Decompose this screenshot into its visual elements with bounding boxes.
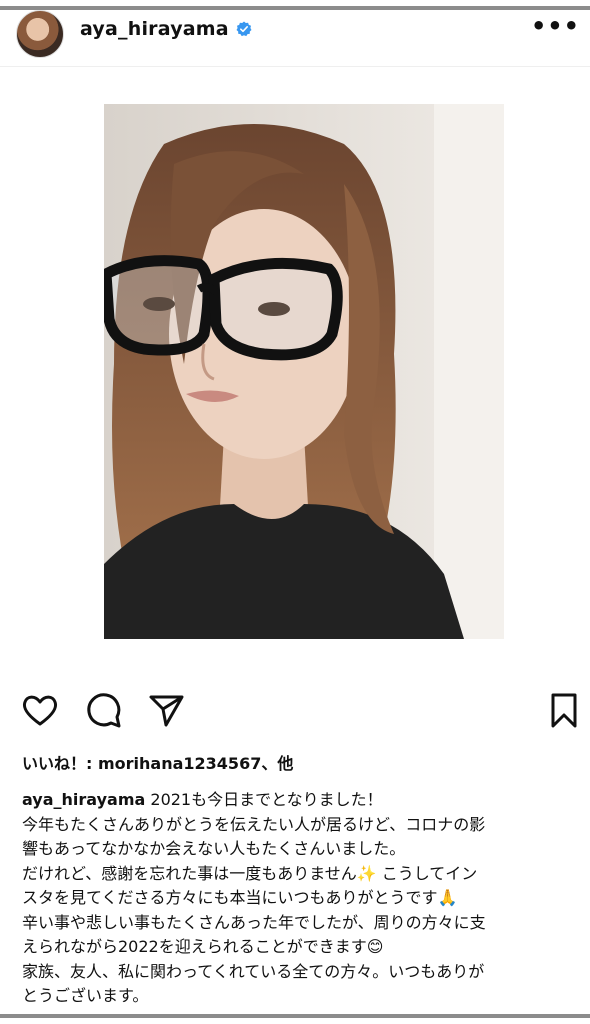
likes-suffix: 、他 <box>261 754 294 773</box>
likes-line[interactable]: いいね！: morihana1234567、他 <box>22 750 293 774</box>
bookmark-icon[interactable] <box>544 690 584 730</box>
comment-icon[interactable] <box>84 690 124 730</box>
caption: aya_hirayama 2021も今日までとなりました！ 今年もたくさんありが… <box>22 788 574 1009</box>
avatar[interactable] <box>16 10 64 58</box>
post-photo[interactable] <box>104 104 504 639</box>
caption-line: だけれど、感謝を忘れた事は一度もありません✨ こうしてイン <box>22 863 478 883</box>
caption-line: 辛い事や悲しい事もたくさんあった年でしたが、周りの方々に支 <box>22 912 486 932</box>
caption-line: 家族、友人、私に関わってくれている全ての方々。いつもありが <box>22 961 485 981</box>
heart-icon[interactable] <box>20 690 60 730</box>
caption-line: とうございます。 <box>22 986 149 1005</box>
send-icon[interactable] <box>146 690 186 730</box>
likes-label: いいね！: <box>22 754 98 773</box>
caption-first-line: 2021も今日までとなりました！ <box>145 790 383 809</box>
caption-line: えられながら2022を迎えられることができます😊 <box>22 937 384 956</box>
caption-line: 響もあってなかなか会えない人もたくさんいました。 <box>22 839 406 858</box>
verified-badge-icon <box>236 21 252 37</box>
action-bar <box>0 690 590 736</box>
username[interactable]: aya_hirayama <box>80 18 229 40</box>
post-header: aya_hirayama ••• <box>0 10 590 67</box>
bottom-border <box>0 1014 590 1018</box>
caption-line: 今年もたくさんありがとうを伝えたい人が居るけど、コロナの影 <box>22 814 486 834</box>
more-dots-icon[interactable]: ••• <box>531 12 580 40</box>
caption-username[interactable]: aya_hirayama <box>22 790 145 809</box>
caption-line: スタを見てくださる方々にも本当にいつもありがとうです🙏 <box>22 888 458 907</box>
likes-user[interactable]: morihana1234567 <box>98 754 261 773</box>
